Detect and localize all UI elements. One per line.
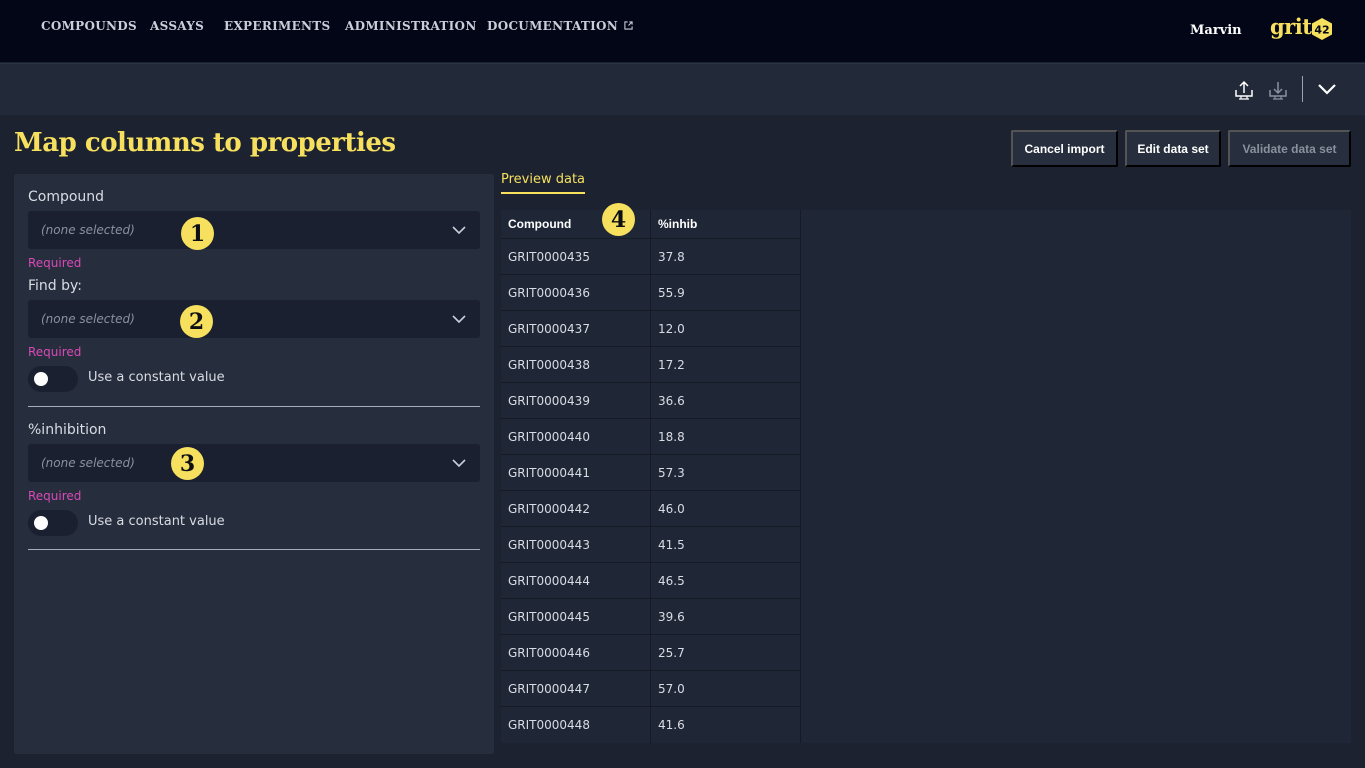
nav-experiments[interactable]: EXPERIMENTS	[224, 19, 331, 33]
inhib-cell: 46.5	[658, 574, 685, 588]
callout-badge-3: 3	[171, 447, 204, 480]
edit-data-set-button[interactable]: Edit data set	[1125, 130, 1221, 167]
find-by-constant-label: Use a constant value	[88, 370, 225, 385]
compound-label: Compound	[28, 189, 105, 205]
table-row: GRIT0000443 41.5	[501, 526, 801, 562]
toggle-knob	[34, 372, 48, 386]
column-header-inhib[interactable]: %inhib	[658, 217, 697, 231]
page-title: Map columns to properties	[14, 128, 396, 158]
compound-cell: GRIT0000445	[508, 610, 590, 624]
inhibition-select-value: (none selected)	[41, 456, 135, 470]
inhibition-constant-toggle[interactable]	[28, 510, 78, 536]
nav-administration[interactable]: ADMINISTRATION	[345, 19, 477, 33]
nav-assays[interactable]: ASSAYS	[150, 19, 204, 33]
compound-cell: GRIT0000446	[508, 646, 590, 660]
chevron-down-icon	[452, 226, 466, 235]
compound-cell: GRIT0000439	[508, 394, 590, 408]
callout-badge-4: 4	[602, 203, 635, 236]
compound-cell: GRIT0000443	[508, 538, 590, 552]
inhib-cell: 37.8	[658, 250, 685, 264]
inhib-cell: 57.3	[658, 466, 685, 480]
inhib-cell: 41.5	[658, 538, 685, 552]
preview-table: Compound %inhib GRIT0000435 37.8 GRIT00004…	[501, 210, 1351, 743]
inhib-cell: 12.0	[658, 322, 685, 336]
inhib-cell: 57.0	[658, 682, 685, 696]
inhib-cell: 46.0	[658, 502, 685, 516]
download-icon[interactable]	[1267, 78, 1289, 100]
divider	[28, 549, 480, 550]
inhib-cell: 39.6	[658, 610, 685, 624]
inhibition-label: %inhibition	[28, 422, 107, 438]
inhib-cell: 18.8	[658, 430, 685, 444]
callout-badge-1: 1	[181, 217, 214, 250]
chevron-down-icon	[452, 315, 466, 324]
logo-text: grit	[1270, 14, 1312, 39]
compound-cell: GRIT0000447	[508, 682, 590, 696]
table-row: GRIT0000448 41.6	[501, 706, 801, 742]
inhibition-select[interactable]: (none selected)	[28, 444, 480, 482]
compound-cell: GRIT0000438	[508, 358, 590, 372]
compound-cell: GRIT0000436	[508, 286, 590, 300]
toolbar	[0, 63, 1365, 115]
compound-cell: GRIT0000448	[508, 718, 590, 732]
chevron-down-icon	[452, 459, 466, 468]
grit42-logo[interactable]: grit 42	[1270, 14, 1332, 44]
logo-hexagon: 42	[1312, 18, 1332, 40]
table-row: GRIT0000444 46.5	[501, 562, 801, 598]
inhib-cell: 17.2	[658, 358, 685, 372]
table-row: GRIT0000435 37.8	[501, 238, 801, 274]
table-row: GRIT0000437 12.0	[501, 310, 801, 346]
compound-select[interactable]: (none selected)	[28, 211, 480, 249]
inhibition-required: Required	[28, 489, 82, 503]
logo-badge-text: 42	[1314, 24, 1329, 37]
table-row: GRIT0000439 36.6	[501, 382, 801, 418]
upload-icon[interactable]	[1233, 78, 1255, 100]
inhib-cell: 36.6	[658, 394, 685, 408]
compound-cell: GRIT0000435	[508, 250, 590, 264]
find-by-select[interactable]: (none selected)	[28, 300, 480, 338]
compound-cell: GRIT0000437	[508, 322, 590, 336]
nav-compounds[interactable]: COMPOUNDS	[41, 19, 137, 33]
find-by-label: Find by:	[28, 278, 83, 294]
find-by-required: Required	[28, 345, 82, 359]
top-nav: COMPOUNDS ASSAYS EXPERIMENTS ADMINISTRAT…	[0, 0, 1365, 62]
compound-required: Required	[28, 256, 82, 270]
find-by-constant-toggle[interactable]	[28, 366, 78, 392]
column-header-compound[interactable]: Compound	[508, 217, 571, 231]
nav-documentation-label: DOCUMENTATION	[487, 19, 619, 33]
divider	[28, 406, 480, 407]
compound-cell: GRIT0000440	[508, 430, 590, 444]
callout-badge-2: 2	[180, 305, 213, 338]
compound-cell: GRIT0000442	[508, 502, 590, 516]
inhibition-constant-label: Use a constant value	[88, 514, 225, 529]
toggle-knob	[34, 516, 48, 530]
compound-select-value: (none selected)	[41, 223, 135, 237]
inhib-cell: 25.7	[658, 646, 685, 660]
compound-cell: GRIT0000441	[508, 466, 590, 480]
table-row: GRIT0000436 55.9	[501, 274, 801, 310]
inhib-cell: 55.9	[658, 286, 685, 300]
inhib-cell: 41.6	[658, 718, 685, 732]
table-row: GRIT0000442 46.0	[501, 490, 801, 526]
table-row: GRIT0000446 25.7	[501, 634, 801, 670]
table-row: GRIT0000441 57.3	[501, 454, 801, 490]
nav-documentation[interactable]: DOCUMENTATION	[487, 19, 633, 33]
user-name[interactable]: Marvin	[1190, 23, 1242, 38]
chevron-down-icon[interactable]	[1316, 78, 1338, 100]
table-row: GRIT0000438 17.2	[501, 346, 801, 382]
tab-preview-data[interactable]: Preview data	[501, 172, 586, 194]
external-link-icon	[624, 21, 633, 30]
mapping-panel: Compound (none selected) Required Find b…	[14, 174, 494, 754]
compound-cell: GRIT0000444	[508, 574, 590, 588]
validate-data-set-button[interactable]: Validate data set	[1228, 130, 1351, 167]
table-row: GRIT0000447 57.0	[501, 670, 801, 706]
table-row: GRIT0000445 39.6	[501, 598, 801, 634]
toolbar-separator	[1302, 76, 1303, 102]
cancel-import-button[interactable]: Cancel import	[1011, 130, 1118, 167]
find-by-select-value: (none selected)	[41, 312, 135, 326]
table-row: GRIT0000440 18.8	[501, 418, 801, 454]
